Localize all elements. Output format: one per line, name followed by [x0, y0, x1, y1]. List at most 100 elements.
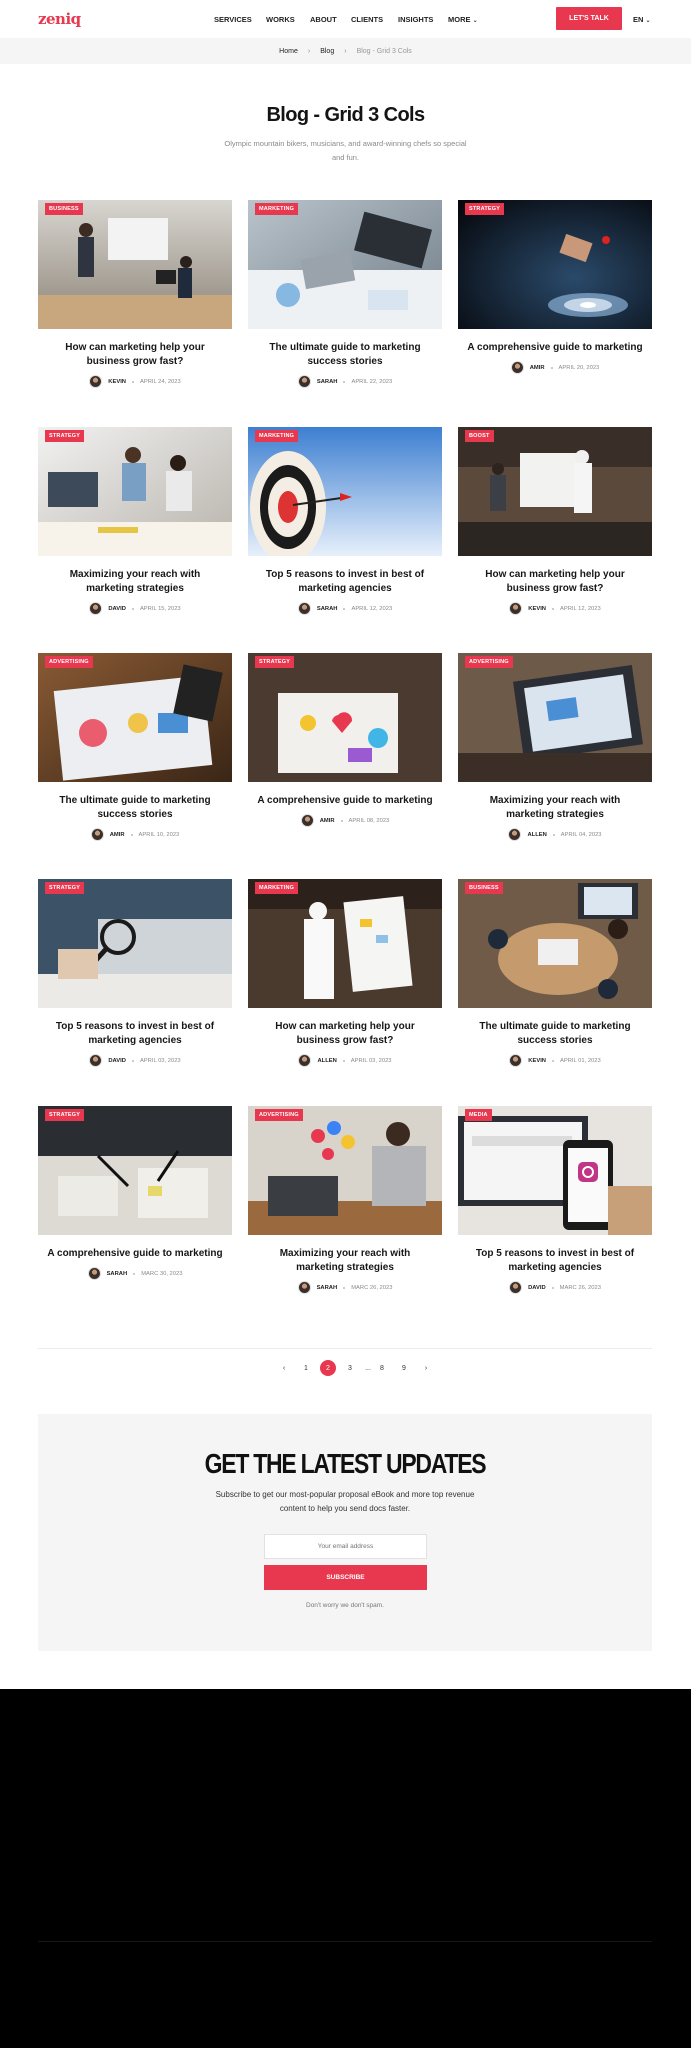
post-card[interactable]: STRATEGY A comprehensive guide to market… — [38, 1106, 232, 1280]
post-card[interactable]: ADVERTISING Maximizing your reach with m… — [248, 1106, 442, 1294]
category-badge[interactable]: ADVERTISING — [255, 1109, 303, 1121]
breadcrumb: Home › Blog › Blog - Grid 3 Cols — [0, 38, 691, 64]
category-badge[interactable]: STRATEGY — [45, 882, 85, 894]
post-image[interactable]: STRATEGY — [38, 427, 232, 556]
post-image[interactable]: BUSINESS — [458, 879, 652, 1008]
category-badge[interactable]: MARKETING — [255, 430, 299, 442]
page-link[interactable]: 1 — [298, 1360, 314, 1376]
breadcrumb-home[interactable]: Home — [279, 48, 298, 55]
post-image[interactable]: ADVERTISING — [458, 653, 652, 782]
post-image[interactable]: BOOST — [458, 427, 652, 556]
post-title[interactable]: Top 5 reasons to invest in best of marke… — [458, 1247, 652, 1275]
post-title[interactable]: Top 5 reasons to invest in best of marke… — [248, 568, 442, 596]
breadcrumb-blog[interactable]: Blog — [320, 48, 334, 55]
post-image[interactable]: MARKETING — [248, 427, 442, 556]
post-author[interactable]: AMIR — [320, 818, 335, 824]
post-title[interactable]: How can marketing help your business gro… — [248, 1020, 442, 1048]
category-badge[interactable]: STRATEGY — [465, 203, 505, 215]
post-image[interactable]: STRATEGY — [38, 1106, 232, 1235]
post-card[interactable]: BOOST How can marketing help your busine… — [458, 427, 652, 615]
post-title[interactable]: The ultimate guide to marketing success … — [458, 1020, 652, 1048]
post-card[interactable]: STRATEGY A comprehensive guide to market… — [248, 653, 442, 827]
post-title[interactable]: Top 5 reasons to invest in best of marke… — [38, 1020, 232, 1048]
post-card[interactable]: MARKETING How can marketing help your bu… — [248, 879, 442, 1067]
post-title[interactable]: Maximizing your reach with marketing str… — [248, 1247, 442, 1275]
post-author[interactable]: AMIR — [110, 832, 125, 838]
post-author[interactable]: ALLEN — [317, 1058, 336, 1064]
post-title[interactable]: How can marketing help your business gro… — [458, 568, 652, 596]
post-author[interactable]: DAVID — [108, 1058, 126, 1064]
post-author[interactable]: SARAH — [317, 379, 338, 385]
post-image[interactable]: ADVERTISING — [248, 1106, 442, 1235]
nav-services[interactable]: SERVICES — [214, 15, 252, 24]
category-badge[interactable]: ADVERTISING — [465, 656, 513, 668]
category-badge[interactable]: STRATEGY — [255, 656, 295, 668]
post-card[interactable]: STRATEGY Maximizing your reach with mark… — [38, 427, 232, 615]
post-author[interactable]: KEVIN — [108, 379, 126, 385]
post-author[interactable]: SARAH — [317, 606, 338, 612]
post-image[interactable]: STRATEGY — [248, 653, 442, 782]
category-badge[interactable]: STRATEGY — [45, 430, 85, 442]
post-title[interactable]: A comprehensive guide to marketing — [38, 1247, 232, 1261]
page-link[interactable]: 3 — [342, 1360, 358, 1376]
email-field[interactable] — [264, 1534, 427, 1559]
post-card[interactable]: MEDIA Top 5 reasons to invest in best of… — [458, 1106, 652, 1294]
post-card[interactable]: STRATEGY Top 5 reasons to invest in best… — [38, 879, 232, 1067]
post-card[interactable]: MARKETING Top 5 reasons to invest in bes… — [248, 427, 442, 615]
page-link[interactable]: 9 — [396, 1360, 412, 1376]
post-title[interactable]: The ultimate guide to marketing success … — [38, 794, 232, 822]
post-card[interactable]: BUSINESS How can marketing help your bus… — [38, 200, 232, 388]
post-title[interactable]: A comprehensive guide to marketing — [248, 794, 442, 808]
post-image[interactable]: MEDIA — [458, 1106, 652, 1235]
post-author[interactable]: SARAH — [107, 1271, 128, 1277]
post-card[interactable]: ADVERTISING Maximizing your reach with m… — [458, 653, 652, 841]
post-author[interactable]: AMIR — [530, 365, 545, 371]
nav-more[interactable]: MORE ⌄ — [448, 15, 478, 24]
post-title[interactable]: Maximizing your reach with marketing str… — [458, 794, 652, 822]
post-image[interactable]: STRATEGY — [38, 879, 232, 1008]
category-badge[interactable]: BOOST — [465, 430, 494, 442]
post-author[interactable]: ALLEN — [527, 832, 546, 838]
post-image[interactable]: ADVERTISING — [38, 653, 232, 782]
category-badge[interactable]: BUSINESS — [45, 203, 83, 215]
nav-about[interactable]: ABOUT — [310, 15, 337, 24]
post-author[interactable]: DAVID — [528, 1285, 546, 1291]
post-title[interactable]: How can marketing help your business gro… — [38, 341, 232, 369]
category-badge[interactable]: MARKETING — [255, 203, 299, 215]
post-title[interactable]: A comprehensive guide to marketing — [458, 341, 652, 355]
post-author[interactable]: DAVID — [108, 606, 126, 612]
category-badge[interactable]: MARKETING — [255, 882, 299, 894]
chevron-right-icon[interactable]: › — [418, 1360, 434, 1376]
nav-insights[interactable]: INSIGHTS — [398, 15, 433, 24]
page-title: Blog - Grid 3 Cols — [266, 104, 425, 126]
post-card[interactable]: MARKETING The ultimate guide to marketin… — [248, 200, 442, 388]
post-title[interactable]: The ultimate guide to marketing success … — [248, 341, 442, 369]
chevron-left-icon[interactable]: ‹ — [276, 1360, 292, 1376]
category-badge[interactable]: BUSINESS — [465, 882, 503, 894]
post-card[interactable]: BUSINESS The ultimate guide to marketing… — [458, 879, 652, 1067]
category-badge[interactable]: ADVERTISING — [45, 656, 93, 668]
post-author[interactable]: SARAH — [317, 1285, 338, 1291]
post-image[interactable]: BUSINESS — [38, 200, 232, 329]
page-link[interactable]: 8 — [374, 1360, 390, 1376]
logo[interactable]: zeniq — [38, 10, 81, 28]
chevron-down-icon: ⌄ — [645, 18, 651, 24]
nav-clients[interactable]: CLIENTS — [351, 15, 383, 24]
site-footer — [0, 1689, 691, 2048]
lets-talk-button[interactable]: LET'S TALK — [556, 7, 622, 30]
post-image[interactable]: MARKETING — [248, 879, 442, 1008]
post-card[interactable]: STRATEGY A comprehensive guide to market… — [458, 200, 652, 374]
post-author[interactable]: KEVIN — [528, 606, 546, 612]
post-image[interactable]: MARKETING — [248, 200, 442, 329]
page-ellipsis: ... — [365, 1364, 371, 1372]
post-author[interactable]: KEVIN — [528, 1058, 546, 1064]
nav-works[interactable]: WORKS — [266, 15, 295, 24]
subscribe-button[interactable]: SUBSCRIBE — [264, 1565, 427, 1590]
category-badge[interactable]: STRATEGY — [45, 1109, 85, 1121]
post-title[interactable]: Maximizing your reach with marketing str… — [38, 568, 232, 596]
page-link-active[interactable]: 2 — [320, 1360, 336, 1376]
language-selector[interactable]: EN ⌄ — [633, 15, 651, 24]
post-image[interactable]: STRATEGY — [458, 200, 652, 329]
post-card[interactable]: ADVERTISING The ultimate guide to market… — [38, 653, 232, 841]
category-badge[interactable]: MEDIA — [465, 1109, 492, 1121]
